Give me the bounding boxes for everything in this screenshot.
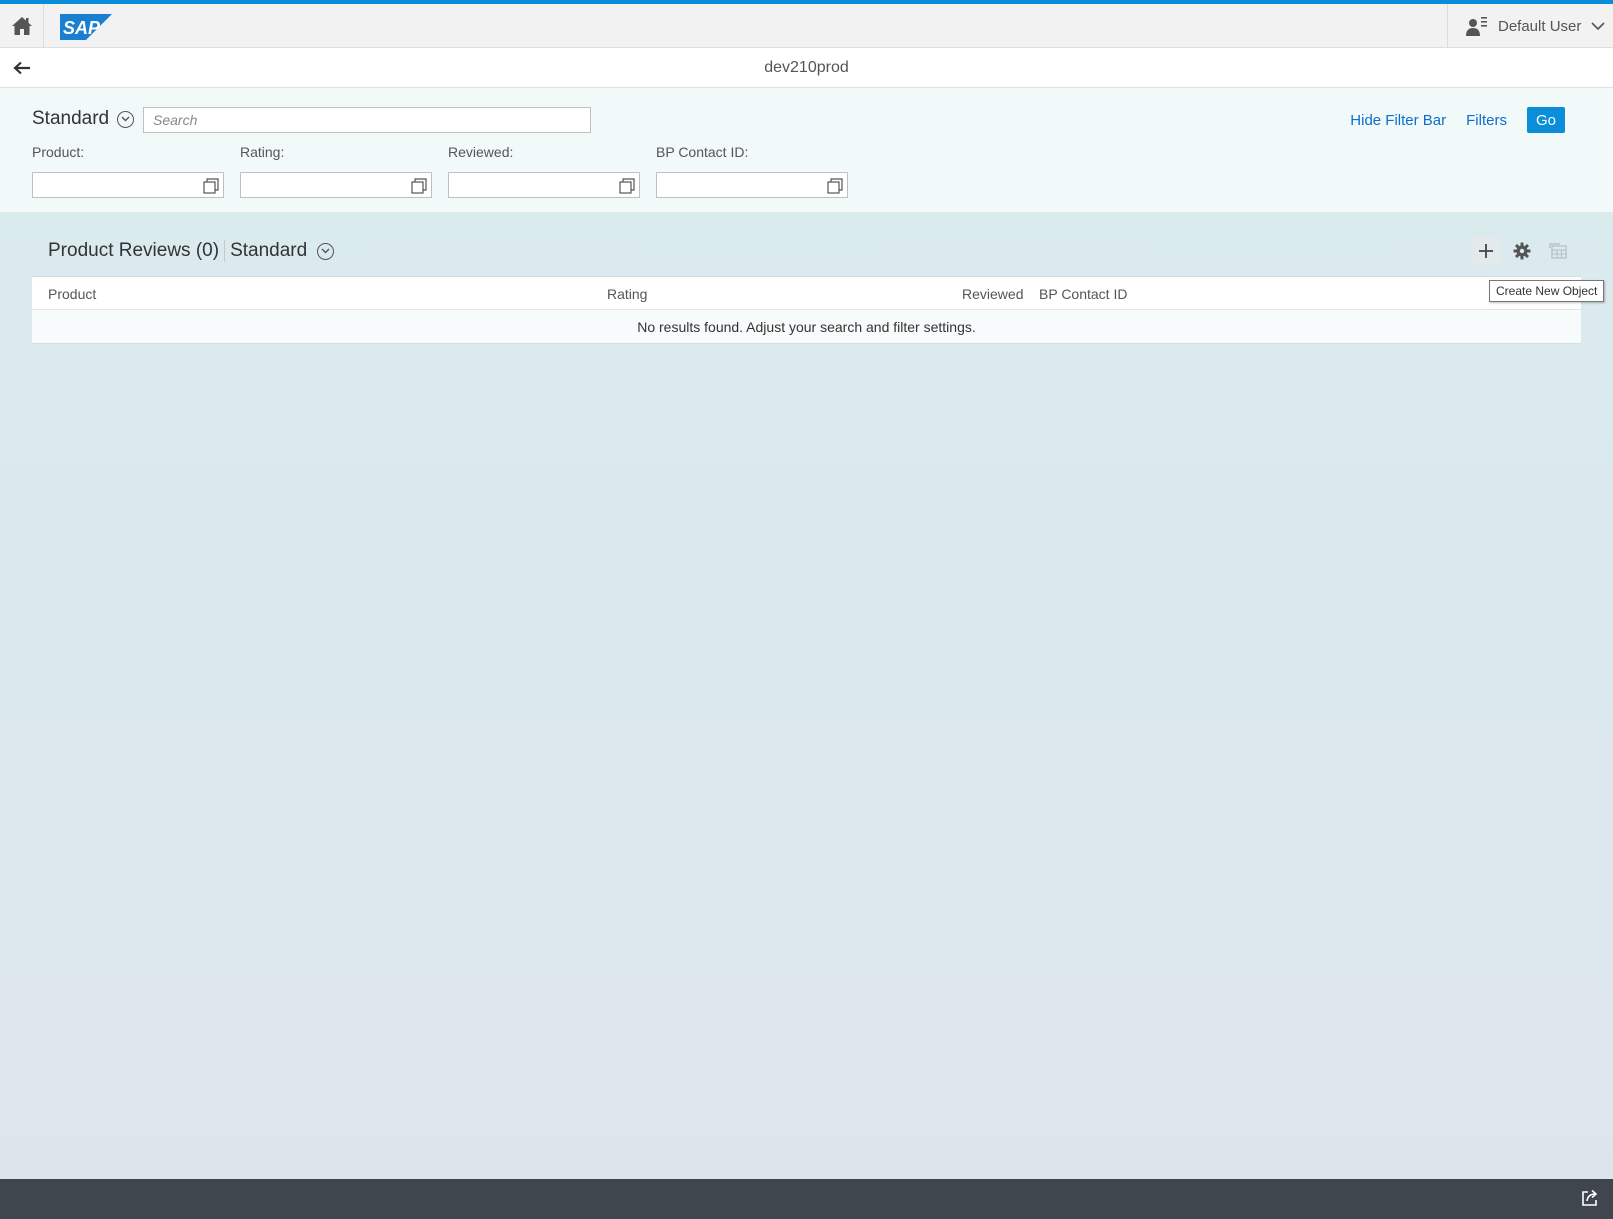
plus-icon: [1479, 244, 1493, 258]
table-variant-label: Standard: [230, 240, 308, 261]
chevron-down-icon: [1591, 22, 1605, 31]
table-toolbar: Product Reviews (0) Standard: [48, 240, 335, 262]
column-header-bp-contact-id[interactable]: BP Contact ID: [1039, 286, 1127, 302]
reviewed-input[interactable]: [448, 172, 640, 198]
value-help-icon[interactable]: [827, 178, 843, 194]
filter-label-product: Product:: [32, 144, 85, 160]
go-button[interactable]: Go: [1526, 107, 1565, 133]
table-empty-message: No results found. Adjust your search and…: [32, 310, 1581, 344]
gear-icon: [1513, 242, 1531, 260]
search-input[interactable]: [143, 107, 591, 133]
filter-bar-actions: Hide Filter Bar Filters Go: [1350, 107, 1565, 133]
sap-logo[interactable]: SAP: [60, 14, 112, 45]
table-title: Product Reviews (0): [48, 240, 220, 261]
variant-chevron-icon: [117, 110, 135, 128]
rating-input[interactable]: [240, 172, 432, 198]
product-input[interactable]: [32, 172, 224, 198]
home-button[interactable]: [0, 4, 44, 48]
app-title: dev210prod: [764, 59, 849, 76]
filter-bar: Standard Hide Filter Bar Filters Go Prod…: [0, 88, 1613, 212]
filter-label-bp-contact-id: BP Contact ID:: [656, 144, 749, 160]
filter-field-bp-contact-id: BP Contact ID:: [656, 144, 848, 198]
export-button[interactable]: [1543, 237, 1573, 265]
table-header-row: Product Rating Reviewed BP Contact ID: [32, 276, 1581, 310]
filter-variant-label: Standard: [32, 108, 110, 129]
home-icon: [11, 17, 32, 35]
footer-bar: [0, 1179, 1613, 1219]
filter-field-reviewed: Reviewed:: [448, 144, 640, 198]
user-menu[interactable]: Default User: [1447, 4, 1613, 48]
value-help-icon[interactable]: [203, 178, 219, 194]
shell-header: SAP Default User: [0, 0, 1613, 48]
create-tooltip: Create New Object: [1489, 280, 1605, 302]
settings-button[interactable]: [1507, 237, 1537, 265]
filters-button[interactable]: Filters: [1466, 112, 1507, 129]
value-help-icon[interactable]: [619, 178, 635, 194]
filter-variant-selector[interactable]: Standard: [32, 108, 135, 130]
value-help-icon[interactable]: [411, 178, 427, 194]
column-header-rating[interactable]: Rating: [607, 286, 647, 302]
share-icon: [1582, 1189, 1598, 1206]
table-variant-selector[interactable]: Standard: [230, 240, 335, 262]
create-button[interactable]: [1471, 237, 1501, 265]
table-toolbar-icons: [1471, 237, 1573, 265]
column-header-reviewed[interactable]: Reviewed: [962, 286, 1023, 302]
title-bar: dev210prod: [0, 48, 1613, 88]
toolbar-divider: [224, 240, 226, 262]
product-reviews-table: Product Rating Reviewed BP Contact ID No…: [32, 276, 1581, 344]
filter-label-rating: Rating:: [240, 144, 285, 160]
spreadsheet-icon: [1549, 243, 1567, 259]
column-header-product[interactable]: Product: [48, 286, 96, 302]
user-icon: [1466, 17, 1487, 36]
hide-filter-bar-button[interactable]: Hide Filter Bar: [1350, 112, 1446, 129]
filter-field-rating: Rating:: [240, 144, 432, 198]
filter-label-reviewed: Reviewed:: [448, 144, 514, 160]
bp-contact-id-input[interactable]: [656, 172, 848, 198]
variant-chevron-icon: [317, 242, 335, 260]
sap-logo-text: SAP: [63, 18, 101, 38]
filter-field-product: Product:: [32, 144, 224, 198]
user-name: Default User: [1498, 17, 1582, 35]
share-button[interactable]: [1581, 1189, 1599, 1212]
